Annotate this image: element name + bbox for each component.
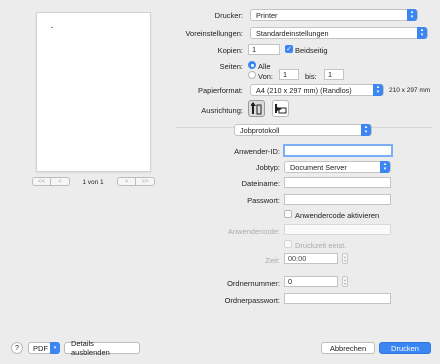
section-value: Jobprotokoll	[240, 125, 280, 135]
pages-label: Seiten:	[219, 62, 243, 71]
time-label: Zeit:	[265, 256, 280, 265]
duplex-checkbox[interactable]: ✓	[285, 45, 293, 53]
page-info: 1 von 1	[82, 179, 104, 186]
hide-details-button[interactable]: Details ausblenden	[64, 339, 140, 357]
pages-to-field[interactable]: 1	[324, 69, 344, 80]
pages-from-field[interactable]: 1	[279, 69, 299, 80]
filename-field[interactable]	[284, 177, 391, 188]
pager-back-group: << <	[32, 177, 70, 186]
folder-number-stepper[interactable]: ▴ ▾	[342, 276, 348, 287]
print-button[interactable]: Drucken	[379, 342, 431, 354]
pdf-label: PDF	[33, 343, 48, 353]
paper-select[interactable]: A4 (210 x 297 mm) (Randlos) ▴ ▾	[250, 84, 384, 96]
pages-range-radio[interactable]	[248, 71, 256, 79]
password-field[interactable]	[284, 194, 391, 205]
printtime-check-label: Druckzeit einst.	[295, 241, 347, 250]
user-id-label: Anwender-ID:	[234, 147, 280, 156]
first-page-button[interactable]: <<	[32, 177, 51, 186]
pages-to-label: bis:	[305, 72, 317, 81]
select-arrows-icon: ▴ ▾	[361, 124, 371, 136]
filename-label: Dateiname:	[241, 179, 280, 188]
printtime-checkbox[interactable]	[284, 240, 292, 248]
pdf-menu-button[interactable]: PDF ▾	[28, 342, 60, 354]
portrait-icon	[251, 102, 262, 115]
usercode-field[interactable]	[284, 224, 391, 235]
chevron-down-icon: ▾	[50, 342, 60, 354]
pages-from-label: Von:	[258, 72, 274, 81]
cancel-button[interactable]: Abbrechen	[321, 342, 375, 354]
copies-label: Kopien:	[217, 46, 243, 55]
job-type-label: Jobtyp:	[255, 163, 280, 172]
pages-all-radio[interactable]	[248, 61, 256, 69]
select-arrows-icon: ▴ ▾	[373, 84, 383, 96]
paper-label: Papierformat:	[197, 86, 243, 95]
folder-number-field[interactable]: 0	[284, 276, 338, 287]
user-id-field[interactable]	[283, 144, 393, 157]
pager-forward-group: > >>	[117, 177, 155, 186]
help-button[interactable]: ?	[11, 342, 23, 354]
pages-all-label: Alle	[258, 62, 271, 71]
presets-value: Standardeinstellungen	[256, 28, 329, 38]
usercode-check-label: Anwendercode aktivieren	[295, 211, 380, 220]
landscape-icon	[275, 104, 287, 114]
section-select[interactable]: Jobprotokoll ▴ ▾	[234, 124, 372, 136]
orientation-landscape-button[interactable]	[272, 100, 289, 117]
time-stepper[interactable]: ▴ ▾	[342, 253, 348, 264]
orientation-label: Ausrichtung:	[201, 106, 243, 115]
copies-field[interactable]: 1	[248, 44, 280, 55]
presets-label: Voreinstellungen:	[185, 29, 243, 38]
printer-value: Printer	[256, 10, 278, 20]
orientation-portrait-button[interactable]	[248, 100, 265, 117]
printer-select[interactable]: Printer ▴ ▾	[250, 9, 418, 21]
preview-content	[51, 27, 53, 28]
job-type-value: Document Server	[290, 162, 347, 172]
printer-label: Drucker:	[214, 11, 243, 20]
job-type-select[interactable]: Document Server ▴ ▾	[284, 161, 391, 173]
folder-password-field[interactable]	[284, 293, 391, 304]
time-field[interactable]: 00:00	[284, 253, 338, 264]
folder-password-label: Ordnerpasswort:	[224, 296, 280, 305]
last-page-button[interactable]: >>	[136, 177, 155, 186]
prev-page-button[interactable]: <	[51, 177, 70, 186]
select-arrows-icon: ▴ ▾	[407, 9, 417, 21]
usercode-checkbox[interactable]	[284, 210, 292, 218]
presets-select[interactable]: Standardeinstellungen ▴ ▾	[250, 27, 428, 39]
duplex-label: Beidseitig	[295, 46, 328, 55]
next-page-button[interactable]: >	[117, 177, 136, 186]
paper-value: A4 (210 x 297 mm) (Randlos)	[256, 85, 352, 95]
password-label: Passwort:	[247, 196, 280, 205]
paper-size-text: 210 x 297 mm	[389, 87, 431, 94]
select-arrows-icon: ▴ ▾	[417, 27, 427, 39]
folder-number-label: Ordnernummer:	[227, 279, 280, 288]
usercode-label: Anwendercode:	[227, 227, 280, 236]
select-arrows-icon: ▴ ▾	[380, 161, 390, 173]
